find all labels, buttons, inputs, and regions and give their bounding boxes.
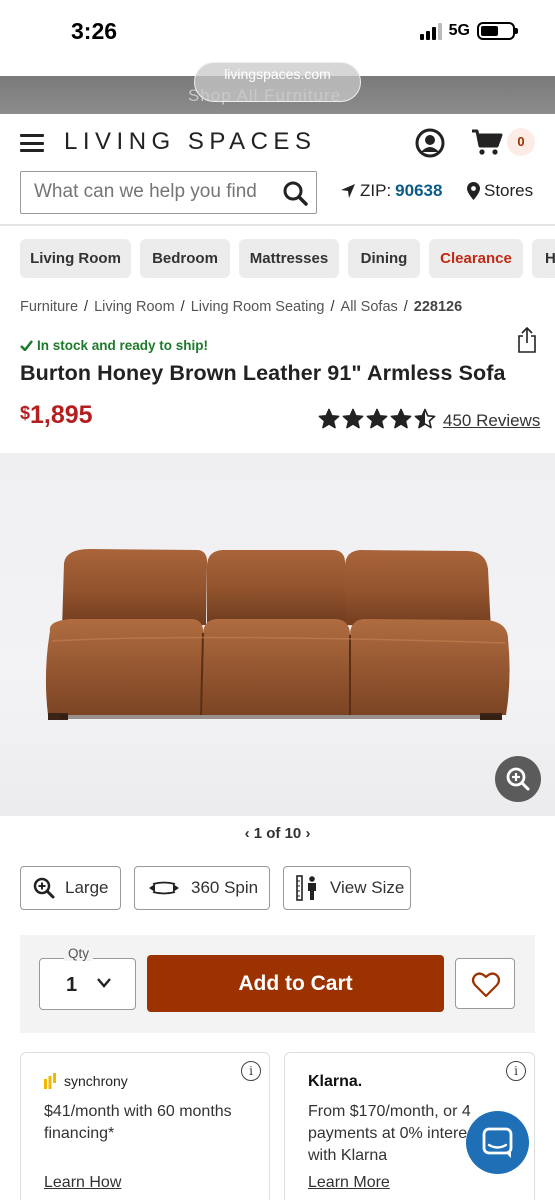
large-view-button[interactable]: Large — [20, 866, 121, 910]
star-icon — [342, 408, 364, 429]
klarna-logo: Klarna. — [308, 1073, 363, 1090]
map-pin-icon — [467, 182, 480, 200]
cart-count-badge: 0 — [507, 128, 535, 156]
product-price: $1,895 — [20, 401, 93, 430]
gallery-pager: ‹ 1 of 10 › — [0, 825, 555, 842]
chip-mattresses[interactable]: Mattresses — [239, 239, 339, 278]
price-amount: 1,895 — [30, 401, 93, 429]
battery-icon — [477, 22, 518, 40]
stores-link[interactable]: Stores — [467, 181, 533, 201]
star-icon — [390, 408, 412, 429]
rotate-360-icon — [149, 881, 179, 895]
sofa-image — [45, 549, 510, 720]
breadcrumb-furniture[interactable]: Furniture — [20, 299, 78, 315]
stock-status: In stock and ready to ship! — [20, 338, 208, 353]
synchrony-card: synchrony i $41/month with 60 months fin… — [20, 1052, 270, 1200]
view-size-label: View Size — [330, 878, 405, 897]
chip-living-room[interactable]: Living Room — [20, 239, 131, 278]
synchrony-brand: synchrony — [64, 1073, 128, 1089]
qty-label: Qty — [64, 946, 94, 961]
spin-360-button[interactable]: 360 Spin — [134, 866, 270, 910]
account-icon[interactable] — [415, 128, 445, 158]
menu-icon[interactable] — [20, 134, 44, 152]
star-icon — [366, 408, 388, 429]
check-icon — [20, 340, 33, 351]
view-size-button[interactable]: View Size — [283, 866, 411, 910]
heart-icon — [471, 972, 501, 998]
synchrony-logo: synchrony — [44, 1073, 128, 1089]
breadcrumb-sku: 228126 — [413, 299, 463, 315]
search-icon[interactable] — [282, 180, 308, 206]
signal-icon — [419, 22, 442, 40]
info-icon[interactable]: i — [241, 1061, 261, 1081]
stores-label: Stores — [484, 181, 534, 200]
zoom-in-icon — [506, 767, 530, 791]
stock-text: In stock and ready to ship! — [37, 338, 209, 353]
chevron-right-icon[interactable]: › — [305, 825, 310, 842]
chip-home[interactable]: H — [532, 239, 555, 278]
reviews-link[interactable]: 450 Reviews — [443, 411, 540, 431]
chat-button[interactable] — [466, 1111, 529, 1174]
synchrony-bars-icon — [44, 1073, 56, 1089]
chat-icon — [482, 1127, 513, 1158]
gallery-position: 1 of 10 — [253, 825, 302, 842]
star-icon — [318, 408, 340, 429]
add-to-cart-button[interactable]: Add to Cart — [147, 955, 444, 1012]
zoom-button[interactable] — [495, 756, 541, 802]
synchrony-learn-link[interactable]: Learn How — [44, 1174, 121, 1192]
info-icon[interactable]: i — [506, 1061, 526, 1081]
star-icon — [414, 408, 436, 429]
status-time: 3:26 — [71, 18, 118, 44]
synchrony-text: $41/month with 60 months financing* — [44, 1103, 232, 1142]
search-input[interactable] — [34, 181, 274, 203]
breadcrumb-all-sofas[interactable]: All Sofas — [341, 299, 398, 315]
category-chips: Living Room Bedroom Mattresses Dining Cl… — [0, 225, 555, 301]
location-arrow-icon — [341, 184, 355, 198]
chevron-down-icon[interactable] — [96, 976, 112, 990]
zip-label: ZIP: — [360, 181, 392, 200]
ruler-person-icon — [296, 875, 316, 901]
star-rating[interactable] — [318, 408, 436, 430]
price-currency: $ — [20, 403, 31, 423]
status-indicators: 5G — [419, 22, 518, 40]
share-icon[interactable] — [516, 327, 538, 353]
breadcrumb: Furniture / Living Room / Living Room Seat… — [20, 299, 463, 315]
search-row: ZIP: 90638 Stores — [0, 171, 555, 225]
klarna-text: From $170/month, or 4 payments at 0% int… — [308, 1103, 480, 1164]
quantity-select[interactable] — [39, 958, 136, 1010]
cart-icon[interactable] — [471, 128, 503, 156]
chip-clearance[interactable]: Clearance — [429, 239, 523, 278]
large-label: Large — [65, 878, 109, 897]
spin-label: 360 Spin — [191, 878, 259, 897]
network-label: 5G — [448, 22, 470, 39]
site-logo[interactable]: LIVING SPACES — [64, 128, 316, 156]
breadcrumb-living-room[interactable]: Living Room — [94, 299, 175, 315]
breadcrumb-living-room-seating[interactable]: Living Room Seating — [191, 299, 325, 315]
site-header: LIVING SPACES 0 — [0, 114, 555, 171]
chevron-left-icon[interactable]: ‹ — [245, 825, 250, 842]
zip-selector[interactable]: ZIP: 90638 — [340, 181, 442, 201]
chip-bedroom[interactable]: Bedroom — [140, 239, 230, 278]
wishlist-button[interactable] — [455, 958, 515, 1009]
magnifier-plus-icon — [33, 877, 55, 899]
url-pill[interactable]: livingspaces.com — [194, 62, 361, 102]
product-title: Burton Honey Brown Leather 91" Armless S… — [20, 361, 506, 385]
chip-dining[interactable]: Dining — [348, 239, 420, 278]
zip-value[interactable]: 90638 — [395, 181, 442, 201]
browser-url-bar: Shop All Furniture livingspaces.com — [0, 62, 555, 114]
klarna-learn-link[interactable]: Learn More — [308, 1174, 390, 1192]
search-box[interactable] — [20, 171, 317, 214]
qty-value: 1 — [66, 974, 78, 996]
product-image[interactable] — [0, 453, 555, 816]
